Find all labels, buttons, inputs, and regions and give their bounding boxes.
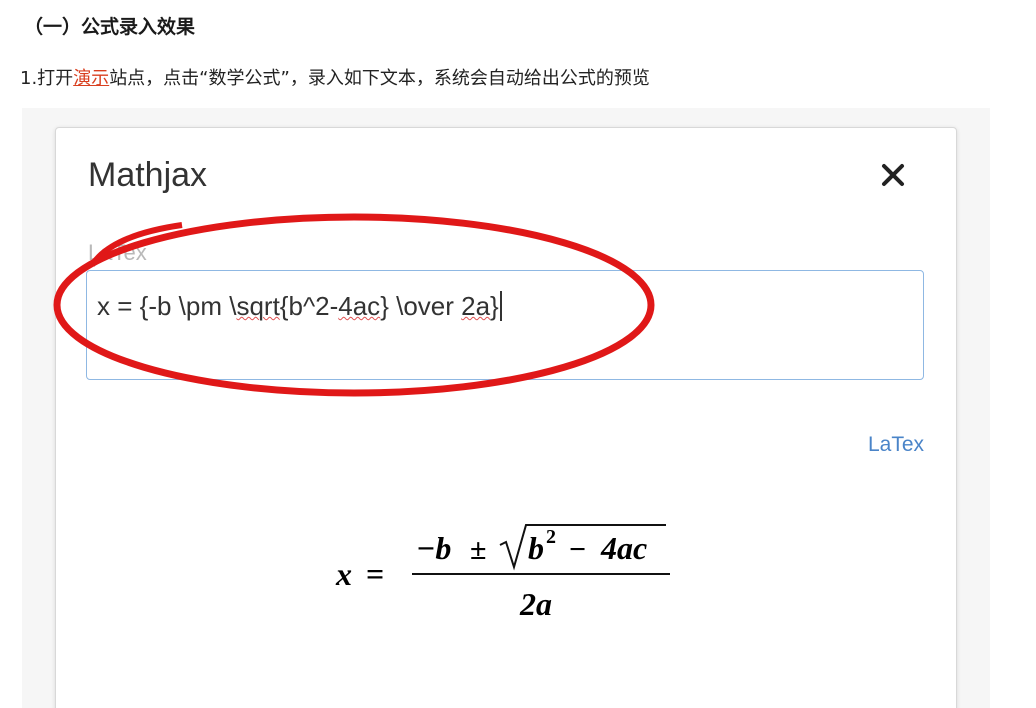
input-part: } <box>490 291 499 321</box>
latex-mode-link[interactable]: LaTex <box>868 433 924 457</box>
step-instruction: 1.打开演示站点，点击“数学公式”，录入如下文本，系统会自动给出公式的预览 <box>20 64 650 90</box>
formula-denominator: 2a <box>519 586 552 622</box>
text-caret <box>499 291 502 321</box>
input-part: x = {-b \pm \ <box>97 291 237 321</box>
step-suffix: 站点，点击“数学公式”，录入如下文本，系统会自动给出公式的预览 <box>109 68 650 89</box>
input-part-spell: 4ac <box>338 291 381 321</box>
close-button[interactable] <box>874 156 914 196</box>
formula-preview: x = −b ± b 2 − 4ac 2a <box>335 523 696 633</box>
input-part: } \over <box>380 291 462 321</box>
formula-equals: = <box>366 556 384 592</box>
modal-title: Mathjax <box>88 156 208 194</box>
demo-link[interactable]: 演示 <box>73 68 109 89</box>
formula-minus: − <box>569 533 586 566</box>
formula-minus-b: −b <box>416 530 451 566</box>
section-heading: （一）公式录入效果 <box>24 16 196 38</box>
input-part-spell: sqrt <box>236 291 280 321</box>
step-prefix: 1.打开 <box>20 68 74 89</box>
formula-exponent: 2 <box>546 526 556 548</box>
formula-pm: ± <box>470 533 486 566</box>
input-part-spell: 2a <box>461 291 491 321</box>
formula-4ac: 4ac <box>600 530 647 566</box>
close-icon <box>882 164 904 186</box>
latex-field-label: LaTex <box>88 240 147 265</box>
mathjax-modal: Mathjax LaTex x = {-b \pm \sqrt{b^2-4ac}… <box>55 127 957 708</box>
latex-input-value: x = {-b \pm \sqrt{b^2-4ac} \over 2a} <box>97 291 502 322</box>
formula-b: b <box>528 530 544 566</box>
formula-lhs: x <box>335 556 352 592</box>
input-part: {b^2- <box>279 291 339 321</box>
latex-input[interactable]: x = {-b \pm \sqrt{b^2-4ac} \over 2a} <box>86 270 924 380</box>
